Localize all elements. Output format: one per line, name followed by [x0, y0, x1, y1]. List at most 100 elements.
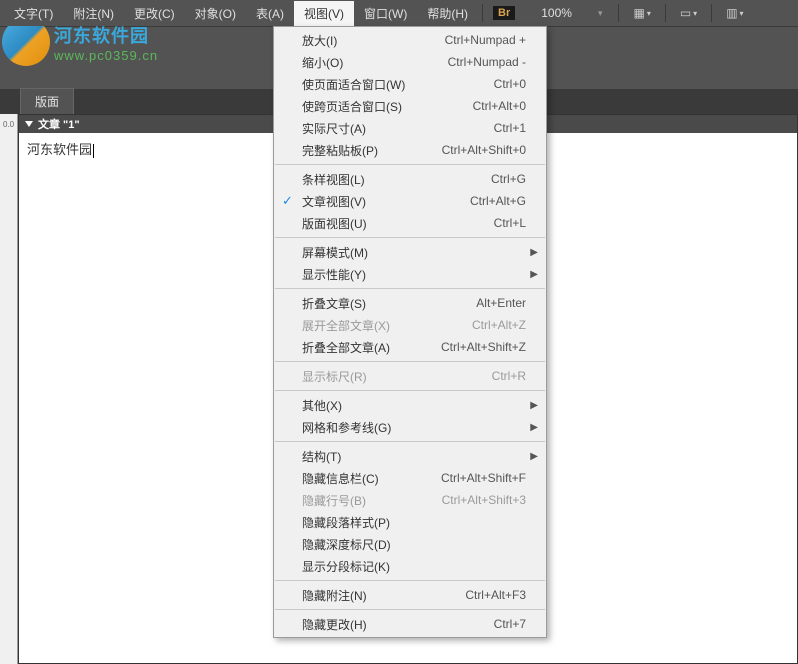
submenu-arrow-icon: ▶ [530, 269, 538, 280]
divider [665, 4, 666, 22]
menu-item[interactable]: 版面视图(U)Ctrl+L [274, 212, 546, 234]
menu-item-label: 隐藏信息栏(C) [302, 470, 441, 487]
logo-url: www.pc0359.cn [54, 48, 158, 63]
menu-item[interactable]: 使跨页适合窗口(S)Ctrl+Alt+0 [274, 95, 546, 117]
menu-view[interactable]: 视图(V) [294, 1, 354, 26]
menu-item[interactable]: 结构(T) ▶ [274, 445, 546, 467]
menu-item-label: 结构(T) [302, 448, 526, 465]
menu-item-label: 屏幕模式(M) [302, 244, 526, 261]
menu-item-label: 隐藏段落样式(P) [302, 514, 526, 531]
divider [711, 4, 712, 22]
menu-item[interactable]: 折叠全部文章(A)Ctrl+Alt+Shift+Z [274, 336, 546, 358]
menu-item[interactable]: 使页面适合窗口(W)Ctrl+0 [274, 73, 546, 95]
menu-item[interactable]: 缩小(O)Ctrl+Numpad - [274, 51, 546, 73]
menubar: 文字(T) 附注(N) 更改(C) 对象(O) 表(A) 视图(V) 窗口(W)… [0, 0, 798, 26]
menu-separator [275, 609, 545, 610]
menu-item-shortcut: Ctrl+L [494, 216, 526, 230]
zoom-level[interactable]: 100% [527, 4, 586, 22]
text-content[interactable]: 河东软件园 [27, 142, 94, 157]
arrange-icon[interactable]: ▥ ▾ [720, 4, 749, 22]
menu-item[interactable]: 隐藏附注(N)Ctrl+Alt+F3 [274, 584, 546, 606]
menu-item-label: 使跨页适合窗口(S) [302, 98, 473, 115]
menu-item-shortcut: Ctrl+Numpad - [448, 55, 526, 69]
divider [482, 4, 483, 22]
divider [618, 4, 619, 22]
submenu-arrow-icon: ▶ [530, 451, 538, 462]
menu-item-label: 网格和参考线(G) [302, 419, 526, 436]
menu-item-label: 使页面适合窗口(W) [302, 76, 494, 93]
menu-item-label: 隐藏深度标尺(D) [302, 536, 526, 553]
submenu-arrow-icon: ▶ [530, 400, 538, 411]
menu-text[interactable]: 文字(T) [4, 1, 63, 26]
screen-mode-icon[interactable]: ▭ ▾ [674, 4, 703, 22]
menu-item-shortcut: Ctrl+R [492, 369, 526, 383]
menu-help[interactable]: 帮助(H) [417, 1, 478, 26]
menu-item: 展开全部文章(X)Ctrl+Alt+Z [274, 314, 546, 336]
check-icon: ✓ [282, 193, 293, 209]
menu-item[interactable]: 折叠文章(S)Alt+Enter [274, 292, 546, 314]
menu-separator [275, 441, 545, 442]
menu-notes[interactable]: 附注(N) [63, 1, 124, 26]
ruler-mark: 0.0 [3, 120, 14, 129]
zoom-dropdown-icon[interactable]: ▾ [598, 8, 603, 19]
menu-item[interactable]: 隐藏深度标尺(D) [274, 533, 546, 555]
menu-item-shortcut: Ctrl+Alt+G [470, 194, 526, 208]
menu-item-shortcut: Ctrl+Alt+0 [473, 99, 526, 113]
menu-item[interactable]: 实际尺寸(A)Ctrl+1 [274, 117, 546, 139]
tab-layout[interactable]: 版面 [20, 88, 74, 114]
menu-item-shortcut: Ctrl+1 [494, 121, 526, 135]
menu-item: 显示标尺(R)Ctrl+R [274, 365, 546, 387]
menu-item-shortcut: Ctrl+Alt+Shift+0 [442, 143, 526, 157]
menu-changes[interactable]: 更改(C) [124, 1, 185, 26]
submenu-arrow-icon: ▶ [530, 422, 538, 433]
menu-separator [275, 390, 545, 391]
menu-item[interactable]: 完整粘贴板(P)Ctrl+Alt+Shift+0 [274, 139, 546, 161]
menu-item[interactable]: 网格和参考线(G) ▶ [274, 416, 546, 438]
menu-separator [275, 580, 545, 581]
menu-item-shortcut: Ctrl+Numpad + [445, 33, 526, 47]
menu-item-shortcut: Alt+Enter [476, 296, 526, 310]
menu-item-shortcut: Ctrl+0 [494, 77, 526, 91]
menu-item-label: 展开全部文章(X) [302, 317, 472, 334]
menu-separator [275, 288, 545, 289]
menu-item[interactable]: 放大(I)Ctrl+Numpad + [274, 29, 546, 51]
story-title: 文章 "1" [38, 116, 80, 132]
menu-item-label: 完整粘贴板(P) [302, 142, 442, 159]
menu-item[interactable]: 其他(X)▶ [274, 394, 546, 416]
menu-window[interactable]: 窗口(W) [354, 1, 417, 26]
menu-item-label: 文章视图(V) [302, 193, 470, 210]
menu-table[interactable]: 表(A) [246, 1, 294, 26]
menu-item[interactable]: 屏幕模式(M)▶ [274, 241, 546, 263]
menu-item-shortcut: Ctrl+Alt+Shift+F [441, 471, 526, 485]
menu-item-label: 折叠全部文章(A) [302, 339, 441, 356]
menu-item-label: 缩小(O) [302, 54, 448, 71]
menu-item-label: 放大(I) [302, 32, 445, 49]
menu-item-shortcut: Ctrl+Alt+F3 [465, 588, 526, 602]
menu-item[interactable]: ✓ 文章视图(V)Ctrl+Alt+G [274, 190, 546, 212]
menu-item-label: 显示标尺(R) [302, 368, 492, 385]
menu-item[interactable]: 隐藏更改(H)Ctrl+7 [274, 613, 546, 635]
bridge-badge[interactable]: Br [493, 6, 515, 20]
menu-item[interactable]: 显示分段标记(K) [274, 555, 546, 577]
menu-item[interactable]: 条样视图(L)Ctrl+G [274, 168, 546, 190]
menu-item[interactable]: 隐藏段落样式(P) [274, 511, 546, 533]
menu-item-shortcut: Ctrl+7 [494, 617, 526, 631]
menu-item-label: 显示性能(Y) [302, 266, 526, 283]
menu-item: 隐藏行号(B)Ctrl+Alt+Shift+3 [274, 489, 546, 511]
menu-item-label: 折叠文章(S) [302, 295, 476, 312]
menu-item-shortcut: Ctrl+G [491, 172, 526, 186]
menu-item-label: 条样视图(L) [302, 171, 491, 188]
menu-object[interactable]: 对象(O) [185, 1, 246, 26]
menu-item[interactable]: 隐藏信息栏(C)Ctrl+Alt+Shift+F [274, 467, 546, 489]
menu-separator [275, 361, 545, 362]
menubar-right: Br 100% ▾ ▦ ▾ ▭ ▾ ▥ ▾ [493, 4, 750, 22]
view-options-icon[interactable]: ▦ ▾ [627, 4, 656, 22]
menu-item[interactable]: 显示性能(Y) ▶ [274, 263, 546, 285]
menu-item-shortcut: Ctrl+Alt+Shift+3 [442, 493, 526, 507]
menu-item-label: 实际尺寸(A) [302, 120, 494, 137]
menu-item-label: 隐藏行号(B) [302, 492, 442, 509]
menu-separator [275, 164, 545, 165]
menu-item-label: 隐藏附注(N) [302, 587, 465, 604]
collapse-triangle-icon[interactable] [25, 121, 33, 127]
view-dropdown-menu: 放大(I)Ctrl+Numpad +缩小(O)Ctrl+Numpad -使页面适… [273, 26, 547, 638]
